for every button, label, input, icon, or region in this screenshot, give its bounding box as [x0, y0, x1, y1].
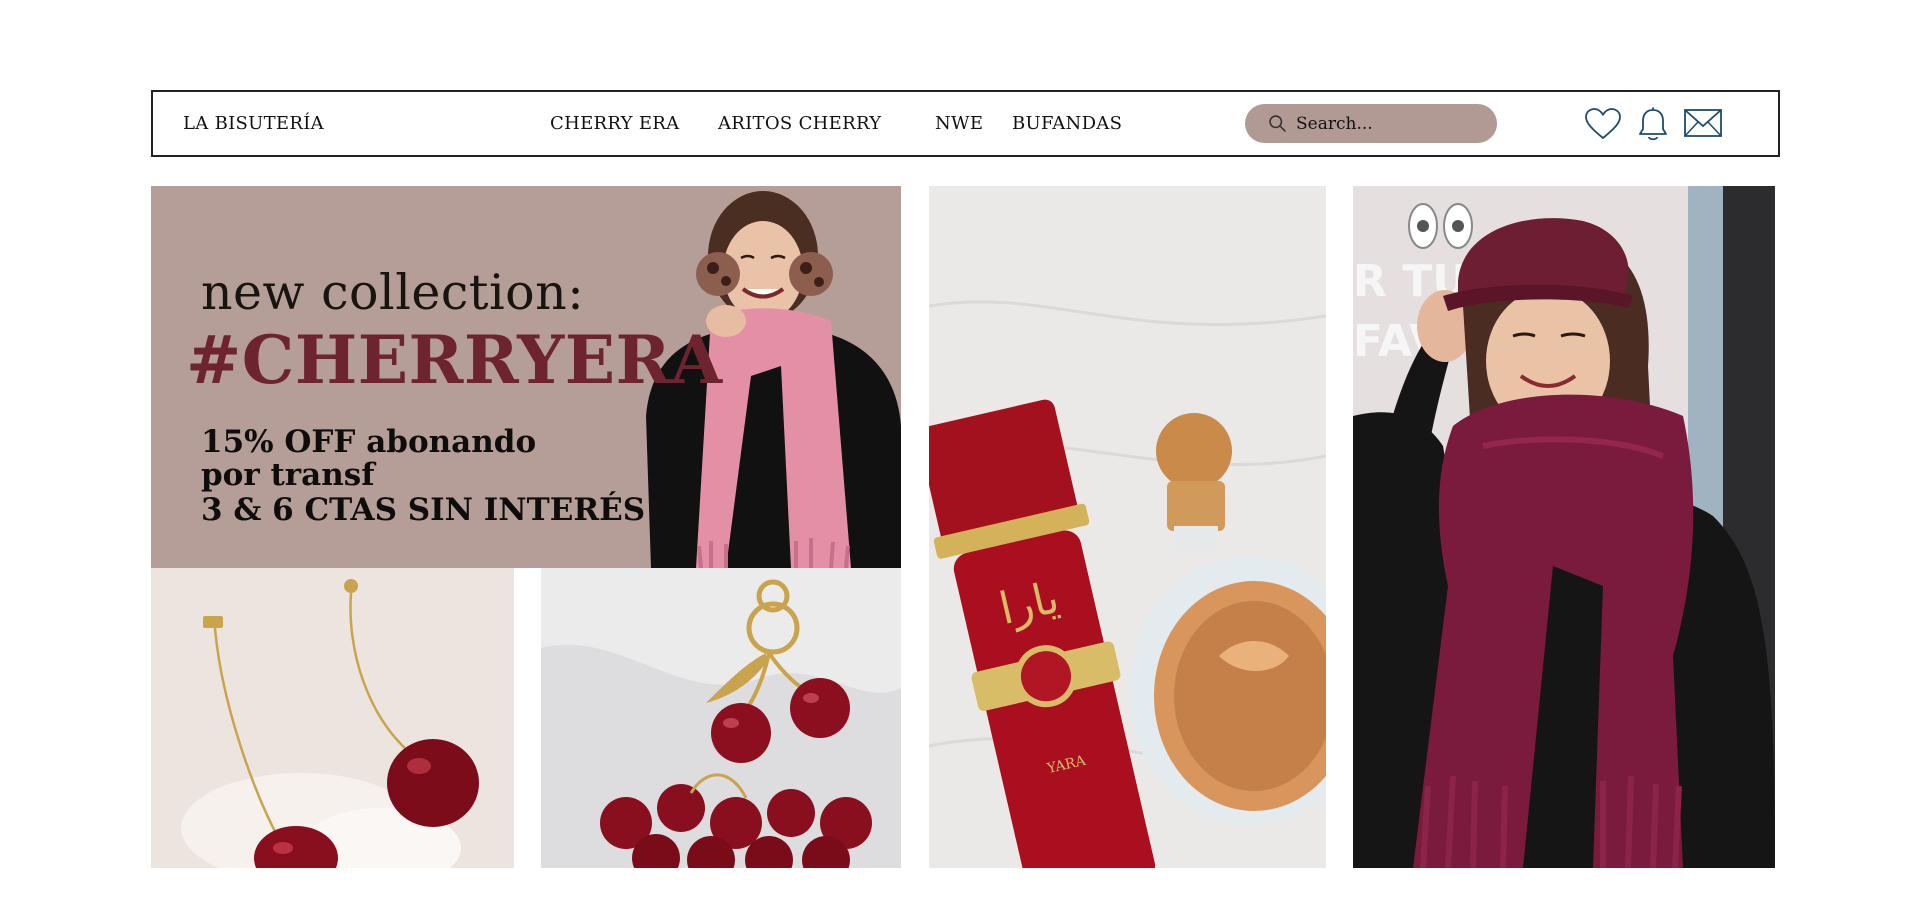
promo-subtitle: new collection:: [201, 264, 585, 321]
nav-link-cherry-era[interactable]: CHERRY ERA: [550, 113, 679, 134]
bell-icon[interactable]: [1637, 107, 1669, 147]
product-tile-keychain[interactable]: [541, 568, 901, 868]
search-bar[interactable]: [1245, 104, 1497, 143]
model-burgundy-scarf-photo: R TU FAV: [1353, 186, 1775, 868]
nav-link-nwe[interactable]: NWE: [935, 113, 983, 134]
search-input[interactable]: [1296, 113, 1476, 134]
heart-icon[interactable]: [1584, 107, 1622, 145]
brand-logo[interactable]: LA BISUTERÍA: [183, 113, 324, 134]
cherry-keychain-photo: [541, 568, 901, 868]
promo-offer-line2: 3 & 6 CTAS SIN INTERÉS: [201, 492, 646, 528]
product-tile-earrings[interactable]: [151, 568, 514, 868]
product-tile-perfume[interactable]: يارا YARA: [929, 186, 1326, 868]
mail-icon[interactable]: [1683, 107, 1723, 143]
cherry-earrings-photo: [151, 568, 514, 868]
promo-offer-line1: 15% OFF abonando por transf: [201, 424, 537, 493]
nav-link-aritos-cherry[interactable]: ARITOS CHERRY: [718, 113, 881, 134]
perfume-bottles-photo: يارا YARA: [929, 186, 1326, 868]
search-icon: [1269, 115, 1286, 132]
promo-title: #CHERRYERA: [186, 321, 723, 399]
top-navbar: LA BISUTERÍA CHERRY ERA ARITOS CHERRY NW…: [151, 90, 1780, 157]
nav-link-bufandas[interactable]: BUFANDAS: [1012, 113, 1122, 134]
promo-banner[interactable]: new collection: #CHERRYERA 15% OFF abona…: [151, 186, 901, 568]
model-photo-burgundy-scarf[interactable]: R TU FAV: [1353, 186, 1775, 868]
